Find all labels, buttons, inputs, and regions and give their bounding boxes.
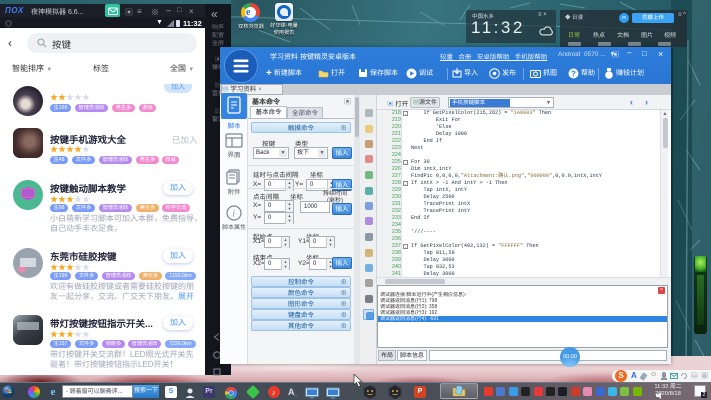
- svg-text:?: ?: [571, 69, 576, 78]
- svg-text:i: i: [233, 209, 236, 219]
